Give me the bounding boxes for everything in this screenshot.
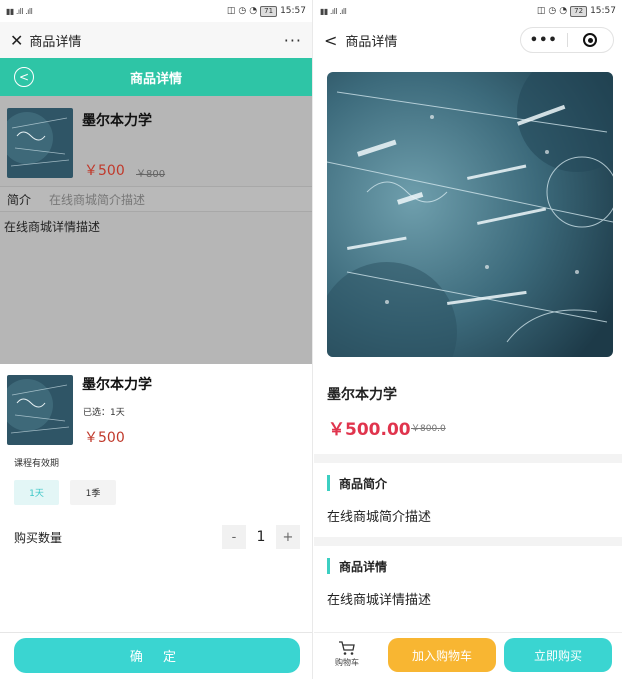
status-bar: ▮▮ .ıll .ıll ◫ ◷ ◔ 72 15:57 [314,0,622,22]
validity-label: 课程有效期 [14,459,60,469]
physics-formula-image [327,72,613,357]
dimmed-overlay[interactable]: 墨尔本力学 ￥500 ￥800 简介 在线商城简介描述 在线商城详情描述 [0,96,312,364]
detail-section-title: 商品详情 [327,558,387,574]
product-name: 墨尔本力学 [82,113,152,129]
increment-button[interactable]: + [276,525,300,549]
quantity-value[interactable]: 1 [246,529,276,545]
nav-bar: ✕ 商品详情 ··· [0,22,312,58]
capsule-target-icon [583,33,598,47]
physics-thumbnail-image [7,108,73,178]
nav-title: 商品详情 [29,34,82,50]
selected-spec: 已选：1天 [83,408,125,418]
status-right: ◫ ◷ ◔ 71 15:57 [226,5,306,17]
alarm-icon: ◷ [238,6,247,16]
physics-thumbnail-image [7,375,73,445]
intro-row: 简介 在线商城简介描述 [0,186,312,212]
close-icon[interactable]: ✕ [10,31,23,50]
cart-icon [339,641,355,655]
quantity-label: 购买数量 [14,531,63,545]
speed-icon: ◔ [559,6,568,16]
intro-label: 简介 [7,192,32,207]
page-title: 商品详情 [129,71,182,87]
screenshot-root: ▮▮ .ıll .ıll ◫ ◷ ◔ 71 15:57 ✕ 商品详情 ··· <… [0,0,622,679]
section-divider [314,537,622,546]
battery-icon: 71 [260,5,278,17]
add-to-cart-button[interactable]: 加入购物车 [388,638,496,672]
nav-bar: < 商品详情 ••• [314,22,622,58]
product-summary: 墨尔本力学 ￥500 ￥800 [0,96,312,186]
sku-bottom-sheet: 墨尔本力学 已选：1天 ￥500 课程有效期 1天 1季 购买数量 - 1 + … [0,364,312,679]
detail-text: 在线商城详情描述 [4,220,101,234]
signal-icon: ▮▮ .ıll .ıll [320,6,347,16]
left-phone-screen: ▮▮ .ıll .ıll ◫ ◷ ◔ 71 15:57 ✕ 商品详情 ··· <… [0,0,313,679]
option-1-day[interactable]: 1天 [14,480,59,505]
buy-now-button[interactable]: 立即购买 [504,638,612,672]
cart-label: 购物车 [335,658,359,667]
intro-section-title: 商品简介 [327,475,387,491]
confirm-button[interactable]: 确 定 [14,638,300,673]
signal-indicators: ▮▮ .ıll .ıll [320,6,347,16]
mini-program-capsule: ••• [520,27,614,53]
signal-indicators: ▮▮ .ıll .ıll [6,6,33,16]
confirm-bar: 确 定 [0,632,312,679]
product-price: ￥500.00 [328,420,411,440]
intro-section-text: 在线商城简介描述 [327,510,432,525]
back-circle-icon[interactable]: < [14,67,34,87]
product-price: ￥500 [84,163,125,179]
sheet-product-name: 墨尔本力学 [82,377,152,393]
decrement-button[interactable]: - [222,525,246,549]
back-icon[interactable]: < [324,31,337,50]
option-1-season[interactable]: 1季 [70,480,116,505]
status-bar: ▮▮ .ıll .ıll ◫ ◷ ◔ 71 15:57 [0,0,312,22]
quantity-stepper: - 1 + [222,525,300,549]
alarm-icon: ◷ [548,6,557,16]
nav-left-group: < 商品详情 [324,31,397,50]
sheet-price: ￥500 [84,430,125,446]
cart-tab[interactable]: 购物车 [330,640,364,668]
product-original-price: ￥800.0 [411,424,446,434]
more-icon[interactable]: ··· [284,31,302,50]
nav-title: 商品详情 [345,34,398,50]
detail-section-text: 在线商城详情描述 [327,593,432,608]
status-right: ◫ ◷ ◔ 72 15:57 [536,5,616,17]
sheet-product-thumbnail [7,375,73,445]
product-original-price: ￥800 [136,169,166,180]
speed-icon: ◔ [249,6,258,16]
page-header: < 商品详情 [0,58,312,96]
capsule-more-icon[interactable]: ••• [521,33,567,48]
battery-icon: 72 [570,5,588,17]
nfc-icon: ◫ [536,6,546,16]
status-time: 15:57 [590,6,616,16]
section-divider [314,454,622,463]
capsule-target-button[interactable] [568,33,614,47]
nav-left-group: ✕ 商品详情 [10,31,81,50]
product-name: 墨尔本力学 [327,387,397,403]
product-thumbnail [7,108,73,178]
intro-text: 在线商城简介描述 [49,192,146,207]
nfc-icon: ◫ [226,6,236,16]
right-phone-screen: ▮▮ .ıll .ıll ◫ ◷ ◔ 72 15:57 < 商品详情 ••• 墨… [314,0,622,679]
product-hero-image[interactable] [327,72,613,357]
signal-icon: ▮▮ .ıll .ıll [6,6,33,16]
bottom-action-bar: 购物车 加入购物车 立即购买 [314,632,622,679]
status-time: 15:57 [280,6,306,16]
